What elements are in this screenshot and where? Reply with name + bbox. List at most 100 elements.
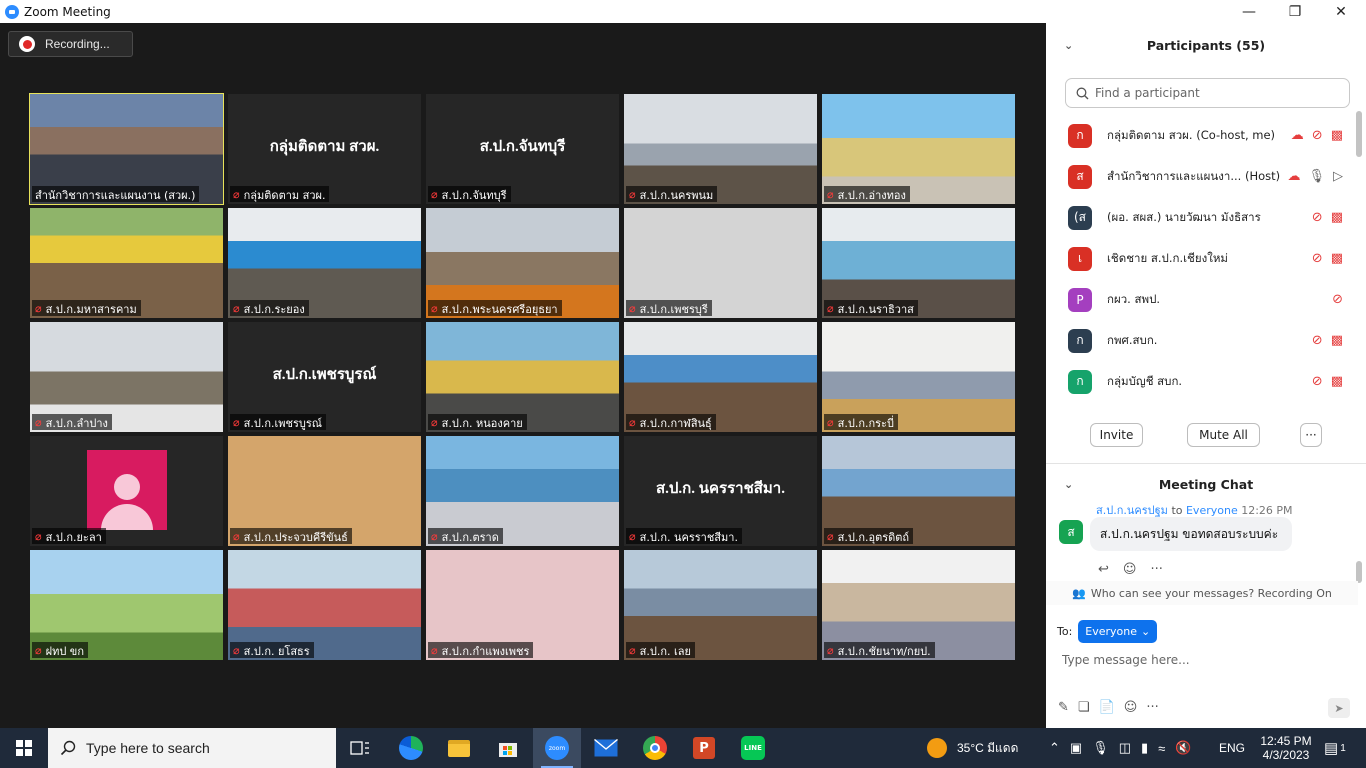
video-tile[interactable]: ส.ป.ก.จันทบุรี ⌀ ส.ป.ก.จันทบุรี	[426, 94, 619, 204]
edge-browser-icon[interactable]	[387, 728, 435, 768]
video-tile[interactable]: ⌀ ส.ป.ก.อ่างทอง	[822, 94, 1015, 204]
participant-row[interactable]: ส สำนักวิชาการและแผนงา... (Host) ☁ 🎙 ▷	[1046, 156, 1351, 197]
video-off-icon[interactable]: ▩	[1331, 210, 1343, 225]
participant-row[interactable]: P กผว. สพป. ⊘	[1046, 279, 1351, 320]
tile-name-label: ⌀ ส.ป.ก.กระบี่	[824, 414, 898, 430]
video-off-icon[interactable]: ▩	[1331, 251, 1343, 266]
video-tile[interactable]: ⌀ ส.ป.ก.พระนครศรีอยุธยา	[426, 208, 619, 318]
video-off-icon[interactable]: ▩	[1331, 374, 1343, 389]
video-off-icon[interactable]: ▩	[1331, 128, 1343, 143]
microsoft-store-icon[interactable]	[484, 728, 532, 768]
send-button[interactable]: ➤	[1328, 698, 1350, 718]
mic-muted-icon[interactable]: ⊘	[1312, 251, 1323, 266]
notification-center[interactable]: ▤ 1	[1324, 728, 1346, 768]
recipient-select[interactable]: Everyone ⌄	[1078, 620, 1158, 643]
mic-muted-icon[interactable]: ⊘	[1312, 333, 1323, 348]
muted-mic-icon: ⌀	[629, 416, 636, 429]
speaker-muted-icon[interactable]: 🔇	[1175, 740, 1191, 756]
screenshot-icon[interactable]: ❏	[1078, 700, 1090, 715]
chat-message-input[interactable]	[1062, 648, 1352, 672]
chat-scrollbar[interactable]	[1356, 561, 1362, 583]
zoom-app-icon[interactable]: zoom	[533, 728, 581, 768]
video-tile[interactable]: ⌀ ส.ป.ก.กำแพงเพชร	[426, 550, 619, 660]
mic-icon[interactable]: 🎙	[1308, 169, 1325, 184]
video-tile[interactable]: ⌀ ส.ป.ก.กาฬสินธุ์	[624, 322, 817, 432]
more-options-button[interactable]: ···	[1300, 423, 1322, 447]
video-tile[interactable]: ส.ป.ก. นครราชสีมา. ⌀ ส.ป.ก. นครราชสีมา.	[624, 436, 817, 546]
chat-recipient[interactable]: Everyone	[1186, 504, 1238, 517]
video-tile[interactable]: ⌀ ส.ป.ก.มหาสารคาม	[30, 208, 223, 318]
mute-all-button[interactable]: Mute All	[1187, 423, 1260, 447]
weather-widget[interactable]: 35°C มีแดด	[927, 728, 1018, 768]
chat-sender[interactable]: ส.ป.ก.นครปฐม	[1096, 504, 1168, 517]
chat-collapse-chevron-icon[interactable]: ⌄	[1064, 478, 1073, 491]
file-icon[interactable]: 📄	[1099, 700, 1115, 715]
clock[interactable]: 12:45 PM 4/3/2023	[1258, 728, 1314, 768]
mic-muted-icon[interactable]: ⊘	[1312, 374, 1323, 389]
video-tile[interactable]: ⌀ ส.ป.ก.ประจวบคีรีขันธ์	[228, 436, 421, 546]
wifi-icon[interactable]: ≈	[1158, 741, 1165, 756]
file-explorer-icon[interactable]	[435, 728, 483, 768]
mic-muted-icon[interactable]: ⊘	[1332, 292, 1343, 307]
video-tile[interactable]: ⌀ ส.ป.ก. ยโสธร	[228, 550, 421, 660]
chat-message[interactable]: ส.ป.ก.นครปฐม ขอทดสอบระบบค่ะ	[1090, 517, 1293, 551]
powerpoint-icon[interactable]: P	[680, 728, 728, 768]
participant-row[interactable]: กกลุ่มบัญชี สบก. ⊘ ▩	[1046, 361, 1351, 402]
more-icon[interactable]: ···	[1146, 700, 1158, 715]
close-button[interactable]: ✕	[1318, 0, 1364, 23]
video-tile[interactable]: ⌀ ส.ป.ก.นครพนม	[624, 94, 817, 204]
emoji-icon[interactable]: ☺	[1124, 700, 1138, 715]
participant-search[interactable]	[1065, 78, 1350, 108]
video-tile[interactable]: กลุ่มติดตาม สวผ. ⌀ กลุ่มติดตาม สวผ.	[228, 94, 421, 204]
video-tile[interactable]: ⌀ ส.ป.ก.นราธิวาส	[822, 208, 1015, 318]
taskbar-search[interactable]: Type here to search	[48, 728, 336, 768]
format-text-icon[interactable]: ✎	[1058, 700, 1069, 715]
video-tile[interactable]: ⌀ ฝทป ขก	[30, 550, 223, 660]
chrome-icon[interactable]	[631, 728, 679, 768]
participants-scrollbar[interactable]	[1356, 111, 1362, 157]
line-app-icon[interactable]: LINE	[729, 728, 777, 768]
video-tile[interactable]: ⌀ ส.ป.ก.ชัยนาท/กยป.	[822, 550, 1015, 660]
restore-button[interactable]: ❐	[1272, 0, 1318, 23]
video-tile[interactable]: ⌀ ส.ป.ก.ระยอง	[228, 208, 421, 318]
video-tile[interactable]: ⌀ ส.ป.ก. เลย	[624, 550, 817, 660]
reply-icon[interactable]: ↩	[1098, 562, 1109, 577]
video-tile[interactable]: สำนักวิชาการและแผนงาน (สวผ.)	[29, 93, 224, 205]
chat-privacy-notice[interactable]: 👥 Who can see your messages? Recording O…	[1046, 581, 1358, 605]
video-icon[interactable]: ▷	[1333, 169, 1343, 184]
participant-row[interactable]: ก กลุ่มติดตาม สวผ. (Co-host, me) ☁ ⊘ ▩	[1046, 115, 1351, 156]
task-view-icon[interactable]	[336, 728, 384, 768]
mic-muted-icon[interactable]: ⊘	[1312, 128, 1323, 143]
video-tile[interactable]: ⌀ ส.ป.ก.ยะลา	[30, 436, 223, 546]
device-icon[interactable]: ▣	[1070, 740, 1082, 756]
mail-icon[interactable]	[582, 728, 630, 768]
input-language[interactable]: ENG	[1219, 728, 1245, 768]
minimize-button[interactable]: —	[1226, 0, 1272, 23]
tile-name-text: ส.ป.ก.ตราด	[441, 530, 499, 544]
participant-row[interactable]: (ส (ผอ. สผส.) นายวัฒนา มังธิสาร ⊘ ▩	[1046, 197, 1351, 238]
participant-row[interactable]: กกพศ.สบก. ⊘ ▩	[1046, 320, 1351, 361]
emoji-react-icon[interactable]: ☺	[1123, 562, 1137, 577]
video-tile[interactable]: ⌀ ส.ป.ก. หนองคาย	[426, 322, 619, 432]
video-tile[interactable]: ⌀ ส.ป.ก.เพชรบุรี	[624, 208, 817, 318]
microphone-icon[interactable]: 🎙	[1092, 740, 1109, 756]
participant-search-input[interactable]	[1095, 86, 1335, 100]
video-tile[interactable]: ⌀ ส.ป.ก.ตราด	[426, 436, 619, 546]
chat-recipient-row: To: Everyone ⌄	[1057, 620, 1158, 643]
video-tile[interactable]: ส.ป.ก.เพชรบูรณ์ ⌀ ส.ป.ก.เพชรบูรณ์	[228, 322, 421, 432]
video-off-icon[interactable]: ▩	[1331, 333, 1343, 348]
invite-button[interactable]: Invite	[1090, 423, 1143, 447]
start-button[interactable]	[0, 728, 48, 768]
battery-icon[interactable]: ▮	[1141, 740, 1148, 756]
participant-row[interactable]: เเชิดชาย ส.ป.ก.เชียงใหม่ ⊘ ▩	[1046, 238, 1351, 279]
video-tile[interactable]: ⌀ ส.ป.ก.อุตรดิตถ์	[822, 436, 1015, 546]
display-icon[interactable]: ◫	[1119, 740, 1131, 756]
show-hidden-icons-icon[interactable]: ⌃	[1049, 740, 1060, 756]
message-more-icon[interactable]: ···	[1150, 562, 1162, 577]
mic-muted-icon[interactable]: ⊘	[1312, 210, 1323, 225]
tile-name-label: ⌀ ส.ป.ก.อ่างทอง	[824, 186, 910, 202]
video-tile[interactable]: ⌀ ส.ป.ก.ลำปาง	[30, 322, 223, 432]
video-tile[interactable]: ⌀ ส.ป.ก.กระบี่	[822, 322, 1015, 432]
recording-badge[interactable]: Recording...	[8, 31, 133, 57]
collapse-chevron-icon[interactable]: ⌄	[1064, 39, 1073, 52]
